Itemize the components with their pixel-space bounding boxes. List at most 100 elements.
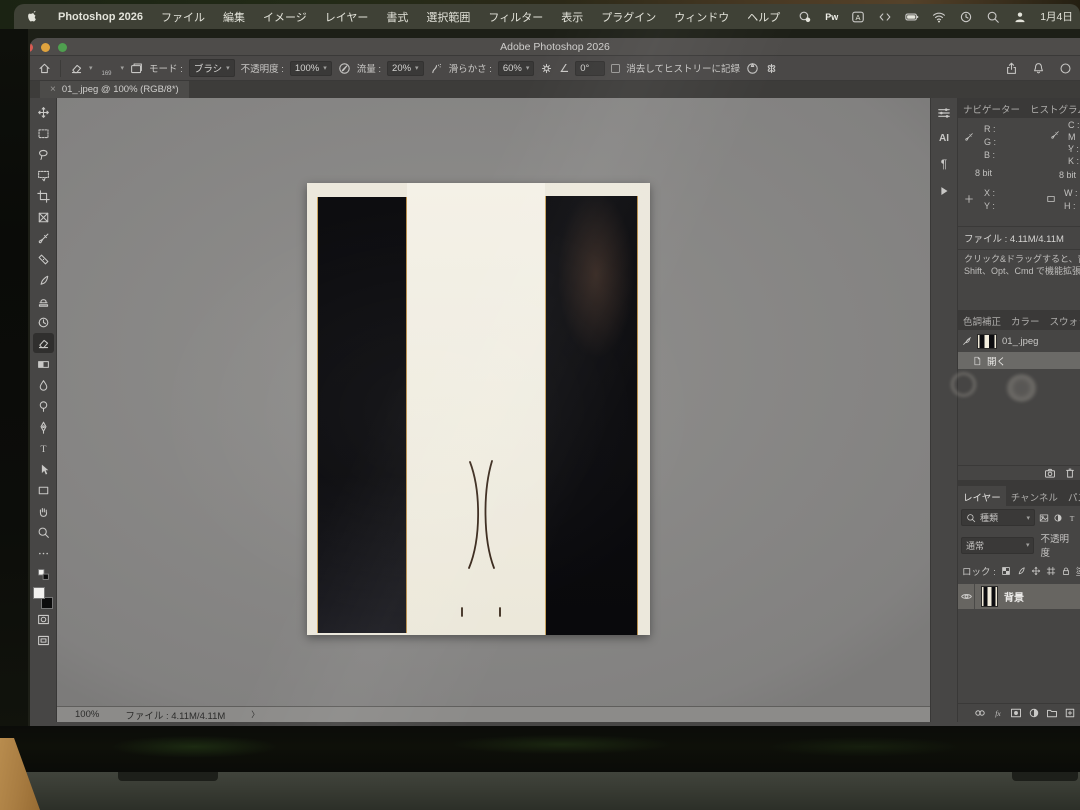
symmetry-butterfly-icon[interactable]: [765, 62, 778, 75]
adjustment-layer-icon[interactable]: [1028, 707, 1040, 719]
expand-arrow-icon[interactable]: [937, 184, 951, 198]
time-machine-icon[interactable]: [959, 10, 973, 24]
layer-visibility-toggle[interactable]: [958, 584, 975, 609]
flow-select[interactable]: 20% ▾: [387, 61, 424, 76]
chevron-down-icon[interactable]: ▾: [121, 64, 125, 72]
history-brush-tool[interactable]: [33, 312, 54, 332]
pressure-opacity-icon[interactable]: [338, 62, 351, 75]
control-center-icon[interactable]: [1013, 10, 1027, 24]
file-size-info[interactable]: ファイル : 4.11M/4.11M: [125, 708, 225, 722]
zoom-level[interactable]: 100%: [75, 709, 99, 720]
zoom-tool[interactable]: [33, 522, 54, 542]
creative-cloud-icon[interactable]: [798, 10, 812, 24]
smoothing-select[interactable]: 60% ▾: [498, 61, 535, 76]
rectangle-tool[interactable]: [33, 480, 54, 500]
tab-swatches[interactable]: スウォッチ: [1045, 310, 1080, 330]
screen-mode-icon[interactable]: [33, 630, 54, 650]
path-selection-tool[interactable]: [33, 459, 54, 479]
menu-item-file[interactable]: ファイル: [161, 9, 205, 25]
document-tab[interactable]: × 01_.jpeg @ 100% (RGB/8*): [40, 81, 189, 98]
rgb-eyedropper-icon[interactable]: [964, 132, 974, 142]
paragraph-icon[interactable]: ¶: [941, 157, 947, 171]
menu-item-edit[interactable]: 編集: [223, 9, 245, 25]
dodge-tool[interactable]: [33, 396, 54, 416]
menu-item-select[interactable]: 選択範囲: [426, 9, 470, 25]
smoothing-gear-icon[interactable]: [540, 62, 553, 75]
search-icon[interactable]: [986, 10, 1000, 24]
hand-tool[interactable]: [33, 501, 54, 521]
password-manager-icon[interactable]: Pw: [825, 12, 838, 22]
filter-type-layers-icon[interactable]: T: [1067, 513, 1077, 523]
apple-menu-icon[interactable]: [26, 10, 40, 24]
menu-item-type[interactable]: 書式: [386, 9, 408, 25]
tab-histogram[interactable]: ヒストグラム: [1025, 98, 1080, 118]
eyedropper-tool[interactable]: [33, 228, 54, 248]
gradient-tool[interactable]: [33, 354, 54, 374]
share-icon[interactable]: [1005, 62, 1018, 75]
brush-settings-panel-icon[interactable]: [130, 62, 143, 75]
menu-item-window[interactable]: ウィンドウ: [674, 9, 729, 25]
new-layer-icon[interactable]: [1064, 707, 1076, 719]
default-colors-icon[interactable]: [33, 564, 54, 584]
filter-adjustment-layers-icon[interactable]: [1053, 513, 1063, 523]
rectangular-marquee-tool[interactable]: [33, 123, 54, 143]
menu-item-filter[interactable]: フィルター: [488, 9, 543, 25]
brush-tool[interactable]: [33, 270, 54, 290]
foreground-background-swatches[interactable]: [33, 587, 53, 609]
traffic-light-minimize[interactable]: [41, 43, 50, 52]
tab-channels[interactable]: チャンネル: [1006, 486, 1063, 506]
tab-navigator[interactable]: ナビゲーター: [958, 98, 1025, 118]
type-tool[interactable]: T: [33, 438, 54, 458]
tab-adjustments[interactable]: 色調補正: [958, 310, 1006, 330]
notifications-bell-icon[interactable]: [1032, 62, 1045, 75]
spot-healing-tool[interactable]: [33, 249, 54, 269]
erase-to-history-checkbox[interactable]: [611, 64, 620, 73]
home-icon[interactable]: [38, 62, 51, 75]
lock-transparency-icon[interactable]: [1001, 566, 1011, 576]
tab-color[interactable]: カラー: [1006, 310, 1045, 330]
angle-input[interactable]: 0°: [575, 61, 605, 76]
menu-item-plugins[interactable]: プラグイン: [601, 9, 656, 25]
snapshot-thumbnail[interactable]: [977, 334, 997, 349]
status-chevron-icon[interactable]: 〉: [251, 709, 259, 720]
brush-preview[interactable]: 169: [99, 60, 115, 76]
filter-pixel-layers-icon[interactable]: [1039, 513, 1049, 523]
ai-assistant-icon[interactable]: AI: [939, 133, 949, 144]
blend-mode-select[interactable]: 通常 ▾: [961, 537, 1034, 554]
opacity-select[interactable]: 100% ▾: [290, 61, 332, 76]
lasso-tool[interactable]: [33, 144, 54, 164]
traffic-light-zoom[interactable]: [58, 43, 67, 52]
battery-icon[interactable]: [905, 10, 919, 24]
move-tool[interactable]: [33, 102, 54, 122]
wifi-icon[interactable]: [932, 10, 946, 24]
lock-pixels-brush-icon[interactable]: [1016, 566, 1026, 576]
chevron-down-icon[interactable]: ▾: [89, 64, 93, 72]
cmyk-eyedropper-icon[interactable]: [1050, 130, 1060, 140]
lock-position-icon[interactable]: [1031, 566, 1041, 576]
pressure-size-icon[interactable]: [746, 62, 759, 75]
tab-paths[interactable]: パス: [1063, 486, 1080, 506]
quick-mask-icon[interactable]: [33, 609, 54, 629]
foreground-color-swatch[interactable]: [33, 587, 45, 599]
history-brush-source-icon[interactable]: [962, 336, 972, 346]
link-layers-icon[interactable]: [974, 707, 986, 719]
menu-item-image[interactable]: イメージ: [263, 9, 307, 25]
layer-thumbnail[interactable]: [981, 586, 998, 607]
help-circle-icon[interactable]: [1059, 62, 1072, 75]
pen-tool[interactable]: [33, 417, 54, 437]
layer-style-fx-icon[interactable]: fx: [992, 707, 1004, 719]
canvas-area[interactable]: 100% ファイル : 4.11M/4.11M 〉: [57, 98, 930, 722]
menu-item-help[interactable]: ヘルプ: [747, 9, 780, 25]
menu-item-view[interactable]: 表示: [561, 9, 583, 25]
lock-all-icon[interactable]: [1061, 566, 1071, 576]
code-brackets-icon[interactable]: [878, 10, 892, 24]
delete-trash-icon[interactable]: [1064, 467, 1076, 479]
new-snapshot-camera-icon[interactable]: [1044, 467, 1056, 479]
history-step-row[interactable]: 開く: [958, 352, 1080, 369]
adjustment-sliders-icon[interactable]: [937, 106, 951, 120]
object-selection-tool[interactable]: [33, 165, 54, 185]
tab-close-icon[interactable]: ×: [50, 84, 56, 95]
blur-tool[interactable]: [33, 375, 54, 395]
eraser-tool[interactable]: [33, 333, 54, 353]
clone-stamp-tool[interactable]: [33, 291, 54, 311]
